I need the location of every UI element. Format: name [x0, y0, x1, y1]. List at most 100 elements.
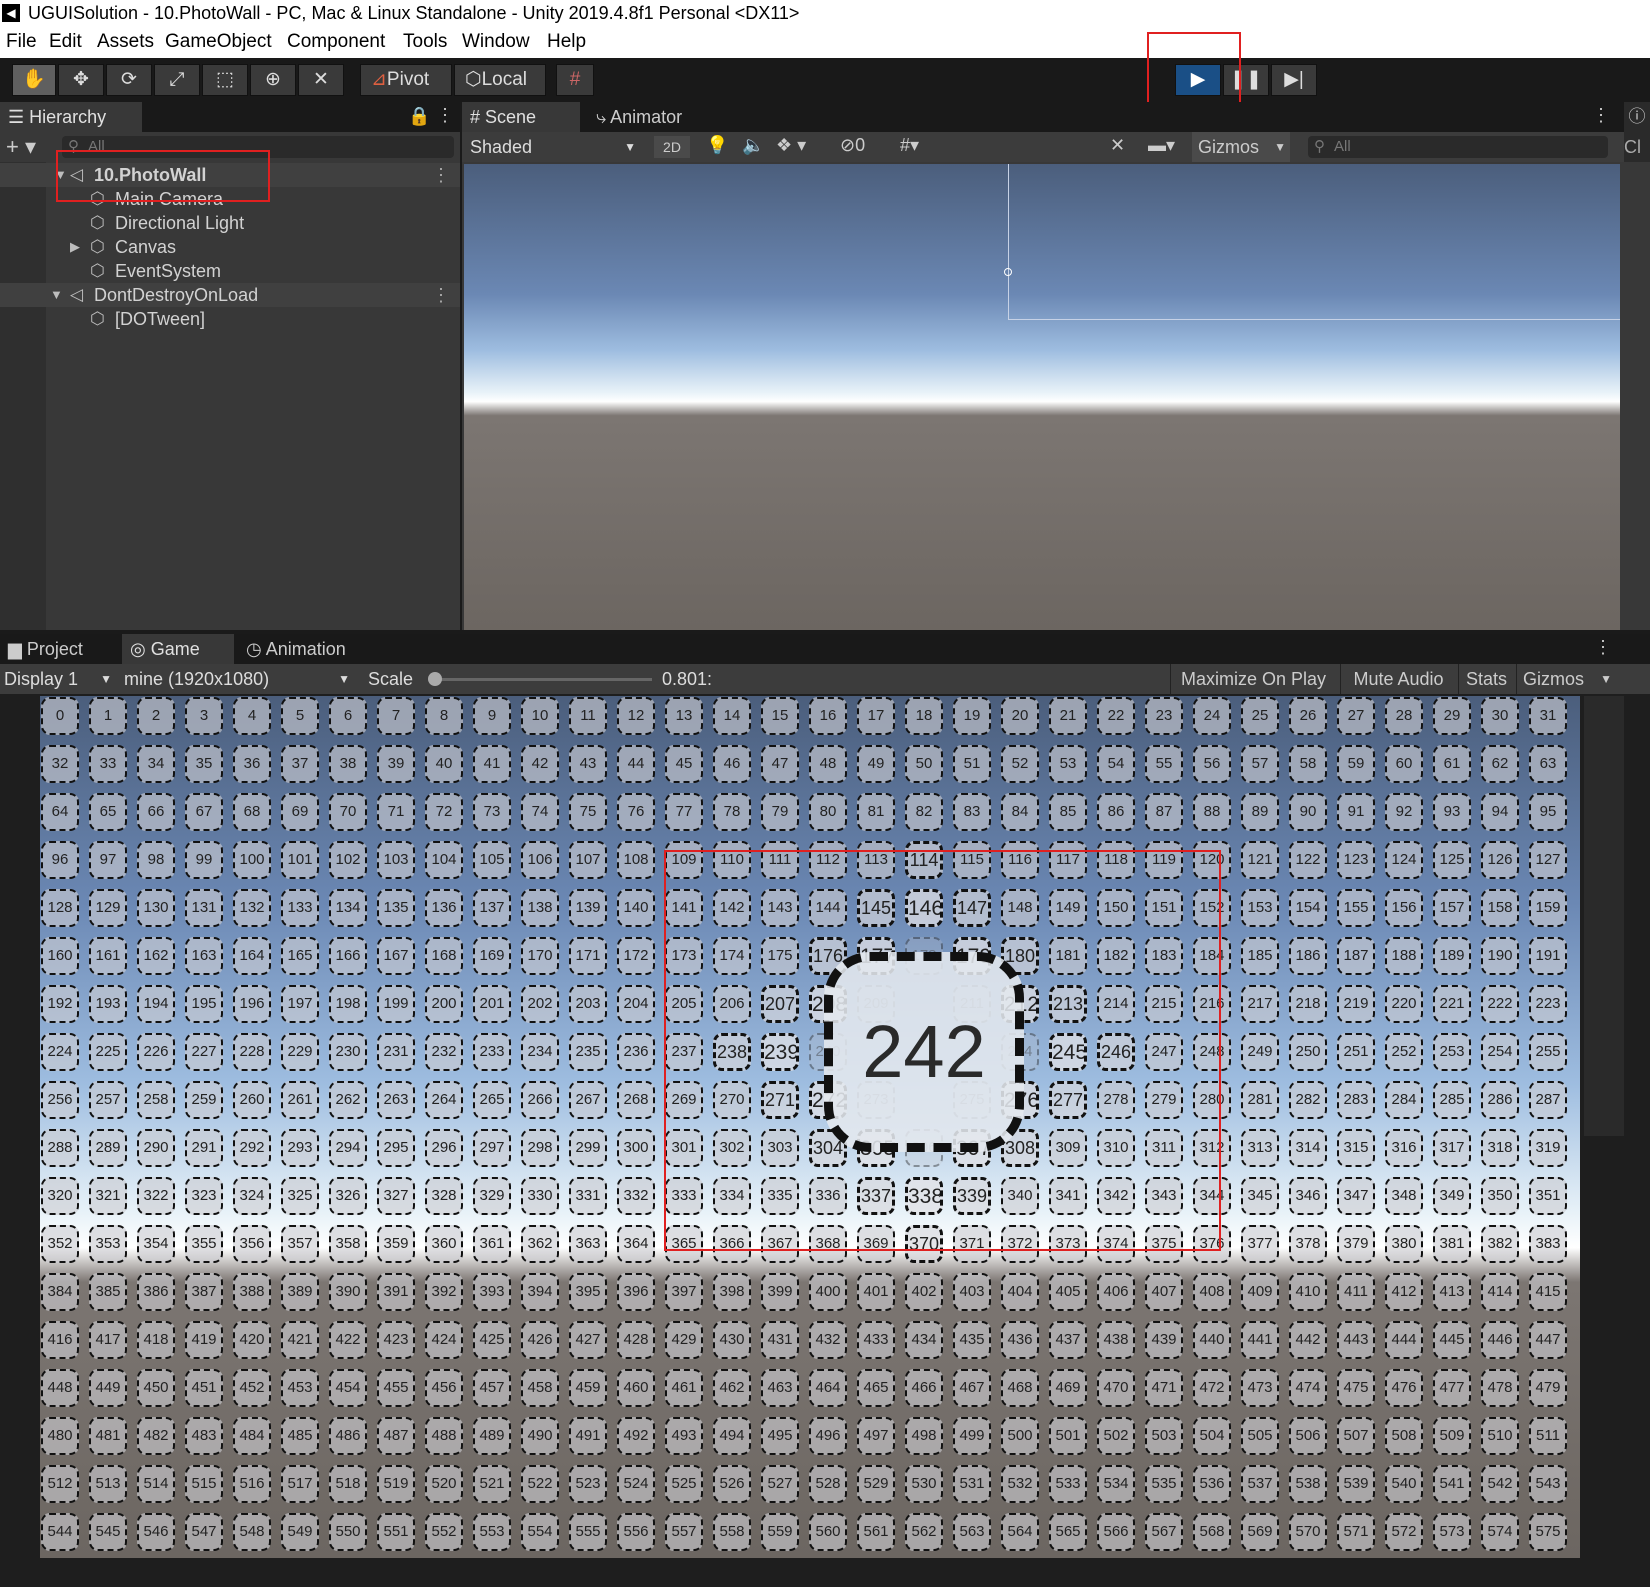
photo-tile[interactable]: 311	[1145, 1129, 1183, 1167]
photo-tile[interactable]: 76	[617, 793, 655, 831]
pivot-toggle[interactable]: ⊿Pivot	[360, 64, 452, 96]
photo-tile[interactable]: 443	[1337, 1321, 1375, 1359]
photo-tile[interactable]: 347	[1337, 1177, 1375, 1215]
scene-viewport[interactable]	[464, 164, 1620, 630]
photo-tile[interactable]: 252	[1385, 1033, 1423, 1071]
photo-tile[interactable]: 371	[953, 1225, 991, 1263]
photo-tile[interactable]: 204	[617, 985, 655, 1023]
photo-tile[interactable]: 384	[41, 1273, 79, 1311]
photo-tile[interactable]: 73	[473, 793, 511, 831]
photo-tile[interactable]: 36	[233, 745, 271, 783]
photo-tile[interactable]: 391	[377, 1273, 415, 1311]
item-menu-icon[interactable]: ⋮	[432, 163, 450, 187]
photo-tile[interactable]: 81	[857, 793, 895, 831]
photo-tile[interactable]: 381	[1433, 1225, 1471, 1263]
camera-icon[interactable]: ▬▾	[1148, 135, 1175, 156]
photo-tile[interactable]: 314	[1289, 1129, 1327, 1167]
photo-tile[interactable]: 423	[377, 1321, 415, 1359]
photo-tile[interactable]: 533	[1049, 1465, 1087, 1503]
photo-tile[interactable]: 473	[1241, 1369, 1279, 1407]
photo-tile[interactable]: 402	[905, 1273, 943, 1311]
photo-tile[interactable]: 44	[617, 745, 655, 783]
photo-tile[interactable]: 551	[377, 1513, 415, 1551]
photo-tile[interactable]: 438	[1097, 1321, 1135, 1359]
photo-tile[interactable]: 482	[137, 1417, 175, 1455]
photo-tile[interactable]: 442	[1289, 1321, 1327, 1359]
photo-tile[interactable]: 168	[425, 937, 463, 975]
photo-tile[interactable]: 309	[1049, 1129, 1087, 1167]
photo-tile[interactable]: 563	[953, 1513, 991, 1551]
photo-tile[interactable]: 532	[1001, 1465, 1039, 1503]
photo-tile[interactable]: 117	[1049, 841, 1087, 879]
photo-tile[interactable]: 556	[617, 1513, 655, 1551]
photo-tile[interactable]: 490	[521, 1417, 559, 1455]
photo-tile[interactable]: 86	[1097, 793, 1135, 831]
hierarchy-search-input[interactable]: ⚲ All	[62, 136, 454, 158]
photo-tile[interactable]: 22	[1097, 697, 1135, 735]
photo-tile[interactable]: 422	[329, 1321, 367, 1359]
effects-icon[interactable]: ❖ ▾	[776, 135, 806, 156]
photo-tile[interactable]: 80	[809, 793, 847, 831]
photo-tile[interactable]: 359	[377, 1225, 415, 1263]
photo-tile[interactable]: 155	[1337, 889, 1375, 927]
menu-tools[interactable]: Tools	[403, 26, 447, 58]
rect-tool-button[interactable]: ⬚	[202, 64, 248, 96]
photo-tile[interactable]: 228	[233, 1033, 271, 1071]
photo-tile[interactable]: 188	[1385, 937, 1423, 975]
photo-tile[interactable]: 248	[1193, 1033, 1231, 1071]
photo-tile[interactable]: 33	[89, 745, 127, 783]
photo-tile[interactable]: 271	[761, 1081, 799, 1119]
photo-tile[interactable]: 395	[569, 1273, 607, 1311]
photo-tile[interactable]: 164	[233, 937, 271, 975]
photo-tile[interactable]: 549	[281, 1513, 319, 1551]
photo-tile[interactable]: 161	[89, 937, 127, 975]
photo-tile[interactable]: 425	[473, 1321, 511, 1359]
photo-tile[interactable]: 523	[569, 1465, 607, 1503]
photo-tile[interactable]: 449	[89, 1369, 127, 1407]
photo-tile[interactable]: 19	[953, 697, 991, 735]
photo-tile[interactable]: 503	[1145, 1417, 1183, 1455]
photo-tile[interactable]: 61	[1433, 745, 1471, 783]
photo-tile[interactable]: 28	[1385, 697, 1423, 735]
photo-tile[interactable]: 82	[905, 793, 943, 831]
photo-tile[interactable]: 46	[713, 745, 751, 783]
photo-tile[interactable]: 115	[953, 841, 991, 879]
photo-tile[interactable]: 15	[761, 697, 799, 735]
photo-tile[interactable]: 450	[137, 1369, 175, 1407]
photo-tile[interactable]: 151	[1145, 889, 1183, 927]
photo-tile[interactable]: 437	[1049, 1321, 1087, 1359]
photo-tile[interactable]: 341	[1049, 1177, 1087, 1215]
photo-tile[interactable]: 236	[617, 1033, 655, 1071]
item-menu-icon[interactable]: ⋮	[432, 283, 450, 307]
lighting-icon[interactable]: 💡	[706, 135, 728, 156]
photo-tile[interactable]: 513	[89, 1465, 127, 1503]
photo-tile[interactable]: 217	[1241, 985, 1279, 1023]
photo-tile[interactable]: 331	[569, 1177, 607, 1215]
photo-tile[interactable]: 89	[1241, 793, 1279, 831]
photo-tile[interactable]: 320	[41, 1177, 79, 1215]
photo-tile[interactable]: 200	[425, 985, 463, 1023]
tab-project[interactable]: ▆ Project	[0, 634, 118, 664]
photo-tile[interactable]: 284	[1385, 1081, 1423, 1119]
photo-tile[interactable]: 357	[281, 1225, 319, 1263]
photo-tile[interactable]: 60	[1385, 745, 1423, 783]
photo-tile[interactable]: 475	[1337, 1369, 1375, 1407]
photo-tile[interactable]: 366	[713, 1225, 751, 1263]
photo-tile[interactable]: 286	[1481, 1081, 1519, 1119]
menu-file[interactable]: File	[6, 26, 37, 58]
photo-tile[interactable]: 68	[233, 793, 271, 831]
photo-tile[interactable]: 141	[665, 889, 703, 927]
photo-tile[interactable]: 245	[1049, 1033, 1087, 1071]
photo-tile[interactable]: 553	[473, 1513, 511, 1551]
photo-tile[interactable]: 406	[1097, 1273, 1135, 1311]
photo-tile[interactable]: 162	[137, 937, 175, 975]
photo-tile[interactable]: 510	[1481, 1417, 1519, 1455]
photo-tile[interactable]: 369	[857, 1225, 895, 1263]
photo-tile[interactable]: 69	[281, 793, 319, 831]
photo-tile[interactable]: 104	[425, 841, 463, 879]
photo-tile[interactable]: 256	[41, 1081, 79, 1119]
photo-tile[interactable]: 102	[329, 841, 367, 879]
photo-tile[interactable]: 327	[377, 1177, 415, 1215]
photo-tile[interactable]: 361	[473, 1225, 511, 1263]
photo-tile[interactable]: 124	[1385, 841, 1423, 879]
